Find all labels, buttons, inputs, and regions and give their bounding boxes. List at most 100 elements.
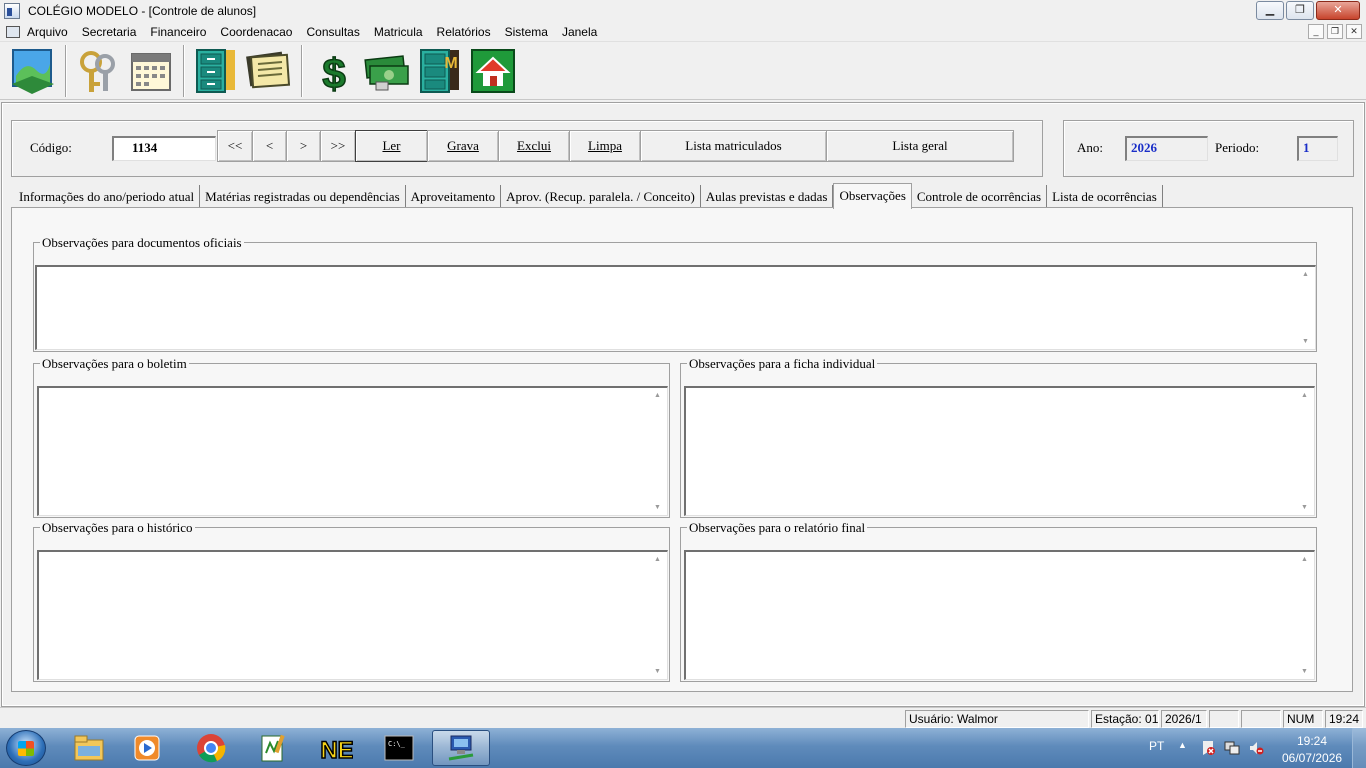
menu-janela[interactable]: Janela <box>555 25 604 39</box>
menu-financeiro[interactable]: Financeiro <box>143 25 213 39</box>
cmd-icon[interactable]: C:\_ <box>370 730 428 766</box>
status-num: NUM <box>1283 710 1323 728</box>
scrollbar[interactable] <box>1298 552 1314 679</box>
status-empty-2 <box>1241 710 1281 728</box>
scrollbar[interactable] <box>651 552 667 679</box>
mdi-restore-button[interactable]: ❐ <box>1327 24 1343 39</box>
historico-legend: Observações para o histórico <box>40 520 195 536</box>
menu-secretaria[interactable]: Secretaria <box>75 25 144 39</box>
relatorio-final-textarea[interactable] <box>684 550 1315 680</box>
grava-button[interactable]: Grava <box>427 130 499 162</box>
status-bar: Usuário: Walmor Estação: 01 2026/1 NUM 1… <box>0 707 1366 728</box>
ler-button[interactable]: Ler <box>355 130 428 162</box>
mdi-close-button[interactable]: ✕ <box>1346 24 1362 39</box>
scrollbar[interactable] <box>1299 267 1315 349</box>
scrollbar[interactable] <box>1298 388 1314 515</box>
tray-date[interactable]: 06/07/2026 <box>1282 751 1342 765</box>
ficha-individual-legend: Observações para a ficha individual <box>687 356 878 372</box>
menu-relatorios[interactable]: Relatórios <box>430 25 498 39</box>
network-icon[interactable] <box>1224 740 1240 756</box>
lista-geral-button[interactable]: Lista geral <box>826 130 1014 162</box>
scrollbar[interactable] <box>651 388 667 515</box>
app-icon[interactable] <box>4 3 20 19</box>
status-periodo: 2026/1 <box>1161 710 1207 728</box>
menu-sistema[interactable]: Sistema <box>498 25 555 39</box>
media-player-icon[interactable] <box>118 730 176 766</box>
chrome-icon[interactable] <box>182 730 240 766</box>
ano-field[interactable]: 2026 <box>1125 136 1208 161</box>
action-center-icon[interactable] <box>1200 740 1216 756</box>
codigo-input[interactable]: 1134 <box>112 136 216 161</box>
svg-text:C:\_: C:\_ <box>388 740 406 748</box>
ler-button-label: Ler <box>382 138 401 153</box>
close-button[interactable]: ✕ <box>1316 1 1360 20</box>
limpa-button-label: Limpa <box>588 138 622 153</box>
dollar-icon[interactable]: $ <box>309 46 359 98</box>
exclui-button-label: Exclui <box>517 138 551 153</box>
periodo-field[interactable]: 1 <box>1297 136 1338 161</box>
historico-textarea[interactable] <box>37 550 668 680</box>
tab-informacoes[interactable]: Informações do ano/periodo atual <box>14 185 201 209</box>
tab-aproveitamento[interactable]: Aproveitamento <box>405 185 502 209</box>
map-icon[interactable] <box>8 46 58 96</box>
documentos-oficiais-legend: Observações para documentos oficiais <box>40 235 244 251</box>
home-icon[interactable] <box>468 46 518 96</box>
menu-consultas[interactable]: Consultas <box>299 25 366 39</box>
tab-aulas[interactable]: Aulas previstas e dadas <box>700 185 834 209</box>
ficha-individual-textarea[interactable] <box>684 386 1315 516</box>
next-record-button[interactable]: > <box>286 130 321 162</box>
observacoes-tab-page: Observações para documentos oficiais Obs… <box>11 207 1353 692</box>
tab-materias[interactable]: Matérias registradas ou dependências <box>200 185 406 209</box>
minimize-button[interactable]: ▁ <box>1256 1 1284 20</box>
file-cabinet-m-icon[interactable]: M <box>415 46 465 96</box>
notepad-icon[interactable] <box>244 730 302 766</box>
periodo-label: Periodo: <box>1215 140 1260 155</box>
toolbar-separator <box>183 44 185 97</box>
status-estacao: Estação: 01 <box>1091 710 1159 728</box>
menu-arquivo[interactable]: Arquivo <box>20 25 75 39</box>
tab-lista-ocorrencias[interactable]: Lista de ocorrências <box>1047 185 1163 209</box>
money-icon[interactable] <box>362 46 412 96</box>
tab-observacoes[interactable]: Observações <box>833 183 912 209</box>
language-indicator[interactable]: PT <box>1149 739 1164 753</box>
window-controls: ▁ ❐ ✕ <box>1256 1 1360 20</box>
previous-record-button[interactable]: < <box>252 130 287 162</box>
record-navigation-group: Código: 1134 << < > >> Ler Grava Exclui … <box>11 120 1043 177</box>
start-button[interactable] <box>6 730 46 766</box>
keys-icon[interactable] <box>73 46 123 96</box>
exclui-button[interactable]: Exclui <box>498 130 570 162</box>
documentos-oficiais-textarea[interactable] <box>35 265 1316 350</box>
last-record-button[interactable]: >> <box>320 130 356 162</box>
maximize-button[interactable]: ❐ <box>1286 1 1314 20</box>
volume-muted-icon[interactable] <box>1248 740 1264 756</box>
title-bar: COLÉGIO MODELO - [Controle de alunos] ▁ … <box>0 0 1366 22</box>
first-record-button[interactable]: << <box>217 130 253 162</box>
ficha-individual-group: Observações para a ficha individual <box>680 356 1317 518</box>
show-desktop-button[interactable] <box>1352 728 1366 768</box>
boletim-textarea[interactable] <box>37 386 668 516</box>
tab-aprov-recup[interactable]: Aprov. (Recup. paralela. / Conceito) <box>501 185 701 209</box>
file-cabinet-icon[interactable] <box>191 46 241 96</box>
mdi-document-icon[interactable] <box>6 25 20 38</box>
mdi-minimize-button[interactable]: _ <box>1308 24 1324 39</box>
svg-text:M: M <box>444 55 457 72</box>
documentos-oficiais-group: Observações para documentos oficiais <box>33 235 1317 352</box>
year-period-group: Ano: 2026 Periodo: 1 <box>1063 120 1354 177</box>
tray-expand-icon[interactable]: ▲ <box>1178 740 1187 750</box>
network-app-icon[interactable] <box>432 730 490 766</box>
tray-time[interactable]: 19:24 <box>1297 734 1327 748</box>
documents-icon[interactable] <box>244 46 294 96</box>
calendar-icon[interactable] <box>126 46 176 96</box>
lista-matriculados-button[interactable]: Lista matriculados <box>640 130 827 162</box>
tab-controle-ocorrencias[interactable]: Controle de ocorrências <box>911 185 1048 209</box>
limpa-button[interactable]: Limpa <box>569 130 641 162</box>
explorer-icon[interactable] <box>60 730 118 766</box>
boletim-legend: Observações para o boletim <box>40 356 189 372</box>
menu-matricula[interactable]: Matricula <box>367 25 430 39</box>
menu-coordenacao[interactable]: Coordenacao <box>213 25 299 39</box>
ano-label: Ano: <box>1077 140 1103 155</box>
toolbar-separator <box>301 44 303 97</box>
toolbar-separator <box>65 44 67 97</box>
toolbar: $ M <box>0 42 1366 100</box>
ne-icon[interactable]: NE <box>308 730 366 766</box>
